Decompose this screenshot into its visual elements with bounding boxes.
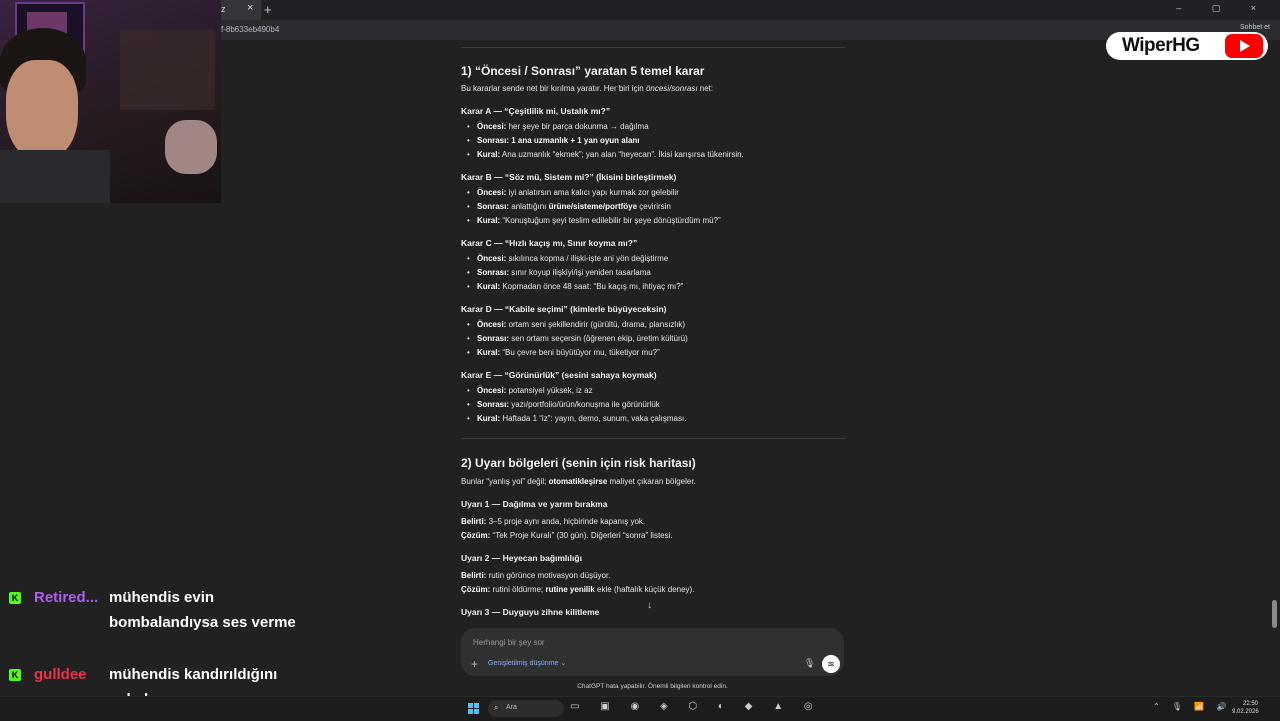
clock-time: 22:50 [1242, 701, 1258, 707]
search-icon: ⌕ [494, 703, 499, 712]
plus-icon[interactable]: + [471, 657, 478, 671]
clock-date: 9.02.2026 [1232, 709, 1259, 715]
section-1-title: 1) “Öncesi / Sonrası” yaratan 5 temel ka… [461, 64, 705, 78]
list-item: Öncesi: iyi anlatırsın ama kalıcı yapı k… [467, 188, 679, 197]
list-item: Kural: Ana uzmanlık “ekmek”; yan alan “h… [467, 150, 744, 159]
divider [461, 47, 846, 48]
list-item: Kural: “Bu çevre beni büyütüyor mu, tüke… [467, 348, 660, 357]
decision-b-heading: Karar B — “Söz mü, Sistem mi?” (İkisini … [461, 172, 677, 182]
webcam-hand [165, 120, 217, 174]
list-item: Kural: “Konuştuğum şeyi teslim edilebili… [467, 216, 721, 225]
message-composer: + Genişletilmiş düşünme ⌄ 🎙 ≋ [461, 628, 844, 676]
decision-c-heading: Karar C — “Hızlı kaçış mı, Sınır koyma m… [461, 238, 638, 248]
list-item: Öncesi: potansiyel yüksek, iz az [467, 386, 593, 395]
decision-e-heading: Karar E — “Görünürlük” (sesini sahaya ko… [461, 370, 657, 380]
prompt-input[interactable] [471, 633, 805, 651]
system-tray-icons[interactable]: ⌃ 🎙 📶 🔊 [1153, 702, 1231, 711]
list-item: Sonrası: sınır koyup ilişkiyi/işi yenide… [467, 268, 651, 277]
warning-line: Çözüm: rutini öldürme; rutine yenilik ek… [461, 585, 695, 594]
warning-line: Belirti: 3–5 proje aynı anda, hiçbirinde… [461, 517, 646, 526]
scrollbar[interactable] [1271, 40, 1278, 692]
tab-title: z [221, 4, 226, 14]
logo-text: WiperHG [1122, 35, 1200, 56]
list-item: Öncesi: ortam seni şekillendirir (gürült… [467, 320, 685, 329]
webcam-shelf [120, 30, 215, 110]
taskbar: ⌕ Ara ▭ ▣ ◉ ◈ ⬡ ◐ ◆ ▲ ◎ ⌃ 🎙 📶 🔊 22:50 9.… [0, 696, 1280, 721]
chat-username: gulldee [34, 666, 87, 683]
warning-1-heading: Uyarı 1 — Dağılma ve yarım bırakma [461, 499, 608, 509]
kick-badge-icon: K [9, 669, 21, 681]
clock[interactable]: 22:50 9.02.2026 [1232, 700, 1259, 716]
list-item: Kural: Haftada 1 “iz”: yayın, demo, sunu… [467, 414, 686, 423]
chat-button[interactable]: Sohbet et [1240, 24, 1270, 31]
window-controls[interactable]: – ▢ × [1176, 3, 1270, 14]
webcam-shirt [0, 150, 110, 203]
chat-response: 1) “Öncesi / Sonrası” yaratan 5 temel ka… [461, 40, 846, 628]
taskbar-app-icons[interactable]: ▭ ▣ ◉ ◈ ⬡ ◐ ◆ ▲ ◎ [570, 701, 822, 712]
divider [461, 438, 846, 439]
decision-d-heading: Karar D — “Kabile seçimi” (kimlerle büyü… [461, 304, 667, 314]
disclaimer: ChatGPT hata yapabilir. Önemli bilgileri… [577, 683, 728, 690]
list-item: Sonrası: yazı/portfolio/ürün/konuşma ile… [467, 400, 660, 409]
scrollbar-thumb[interactable] [1272, 600, 1277, 628]
extended-thinking-toggle[interactable]: Genişletilmiş düşünme ⌄ [488, 659, 566, 667]
list-item: Öncesi: her şeye bir parça dokunma → dağ… [467, 122, 649, 131]
voice-mode-icon[interactable]: ≋ [822, 655, 840, 673]
section-2-intro: Bunlar “yanlış yol” değil; otomatikleşir… [461, 477, 696, 486]
chat-text: mühendis evin bombalandıysa ses verme [109, 589, 296, 631]
list-item: Sonrası: anlattığını ürüne/sisteme/portf… [467, 202, 671, 211]
list-item: Sonrası: 1 ana uzmanlık + 1 yan oyun ala… [467, 136, 639, 145]
kick-badge-icon: K [9, 592, 21, 604]
list-item: Sonrası: sen ortamı seçersin (öğrenen ek… [467, 334, 688, 343]
channel-logo: WiperHG [1106, 32, 1268, 60]
new-tab-button[interactable]: + [264, 2, 272, 17]
warning-3-heading: Uyarı 3 — Duyguyu zihne kilitleme [461, 607, 600, 617]
list-item: Kural: Kopmadan önce 48 saat: “Bu kaçış … [467, 282, 683, 291]
browser-tab[interactable]: z × [221, 0, 261, 20]
chat-username: Retired... [34, 589, 99, 606]
url-text[interactable]: f-8b633eb490b4 [221, 25, 279, 34]
warning-line: Çözüm: “Tek Proje Kuralı” (30 gün). Diğe… [461, 531, 673, 540]
webcam-face [6, 60, 78, 160]
taskbar-search[interactable]: ⌕ Ara [488, 700, 564, 717]
search-label: Ara [506, 704, 517, 711]
section-1-intro: Bu kararlar sende net bir kırılma yaratı… [461, 84, 714, 93]
youtube-icon [1225, 34, 1263, 58]
warning-line: Belirti: rutin görünce motivasyon düşüyo… [461, 571, 611, 580]
decision-a-heading: Karar A — “Çeşitlilik mi, Ustalık mı?” [461, 106, 611, 116]
webcam-overlay [0, 0, 221, 203]
scroll-down-icon[interactable]: ↓ [647, 600, 652, 611]
warning-2-heading: Uyarı 2 — Heyecan bağımlılığı [461, 553, 582, 563]
list-item: Öncesi: sıkılınca kopma / ilişki-işte an… [467, 254, 668, 263]
microphone-icon[interactable]: 🎙 [804, 658, 815, 669]
tab-close-icon[interactable]: × [247, 2, 253, 14]
chevron-down-icon: ⌄ [560, 660, 567, 667]
windows-start-icon[interactable] [468, 703, 480, 715]
section-2-title: 2) Uyarı bölgeleri (senin için risk hari… [461, 456, 696, 470]
